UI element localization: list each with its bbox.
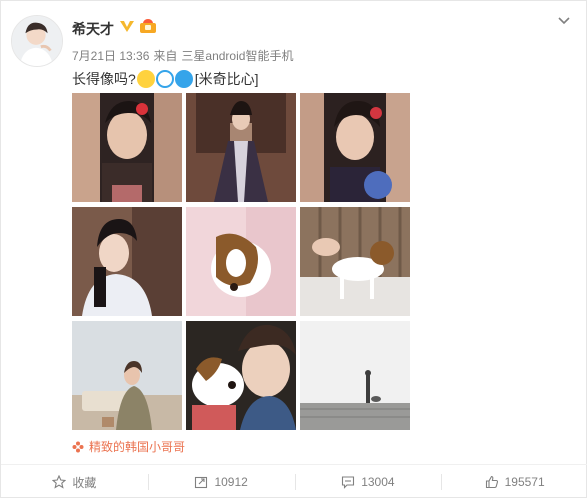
doraemon-icon (155, 70, 174, 88)
repost-icon (195, 476, 208, 489)
favorite-button[interactable]: 收藏 (1, 465, 148, 498)
topic-label[interactable]: 精致的韩国小哥哥 (89, 438, 185, 455)
photo-3[interactable] (300, 93, 410, 202)
photo-5[interactable] (186, 207, 296, 316)
vip-badge-icon[interactable] (119, 18, 135, 34)
flower-icon (72, 441, 84, 452)
user-name[interactable]: 希天才 (72, 19, 114, 39)
like-count: 195571 (504, 475, 545, 489)
repost-button[interactable]: 10912 (147, 465, 295, 498)
member-badge-icon[interactable] (139, 18, 157, 34)
photo-1[interactable] (72, 93, 182, 202)
photo-6[interactable] (300, 207, 410, 316)
weibo-post-card: 希天才 7月21日 13:36 来自 三星android智能手机 长得像吗? [米奇… (0, 0, 587, 498)
photo-2[interactable] (186, 93, 296, 202)
action-bar: 收藏 10912 13004 195571 (1, 464, 587, 498)
repost-count: 10912 (214, 475, 248, 489)
photo-8[interactable] (186, 321, 296, 430)
post-text: 长得像吗? [米奇比心] (72, 69, 259, 89)
favorite-label: 收藏 (72, 475, 97, 490)
photo-9[interactable] (300, 321, 410, 430)
thumbs-up-icon (485, 475, 498, 489)
source-device[interactable]: 三星android智能手机 (181, 49, 293, 63)
photo-7[interactable] (72, 321, 182, 430)
source-prefix: 来自 (153, 49, 178, 63)
comment-button[interactable]: 13004 (294, 465, 442, 498)
avatar[interactable] (11, 15, 63, 67)
comment-icon (342, 476, 355, 489)
photo-4[interactable] (72, 207, 182, 316)
post-meta: 7月21日 13:36 来自 三星android智能手机 (72, 47, 297, 64)
post-date[interactable]: 7月21日 13:36 (72, 49, 149, 63)
emoji-label: [米奇比心] (194, 71, 259, 87)
shocked-face-icon (136, 70, 155, 88)
topic-link[interactable]: 精致的韩国小哥哥 (72, 438, 185, 455)
comment-count: 13004 (361, 475, 395, 489)
doraemon-icon (174, 70, 193, 88)
post-text-content: 长得像吗? (72, 71, 136, 87)
star-icon (52, 475, 67, 489)
chevron-down-icon[interactable] (556, 13, 572, 29)
photo-grid (72, 93, 410, 430)
like-button[interactable]: 195571 (441, 465, 587, 498)
